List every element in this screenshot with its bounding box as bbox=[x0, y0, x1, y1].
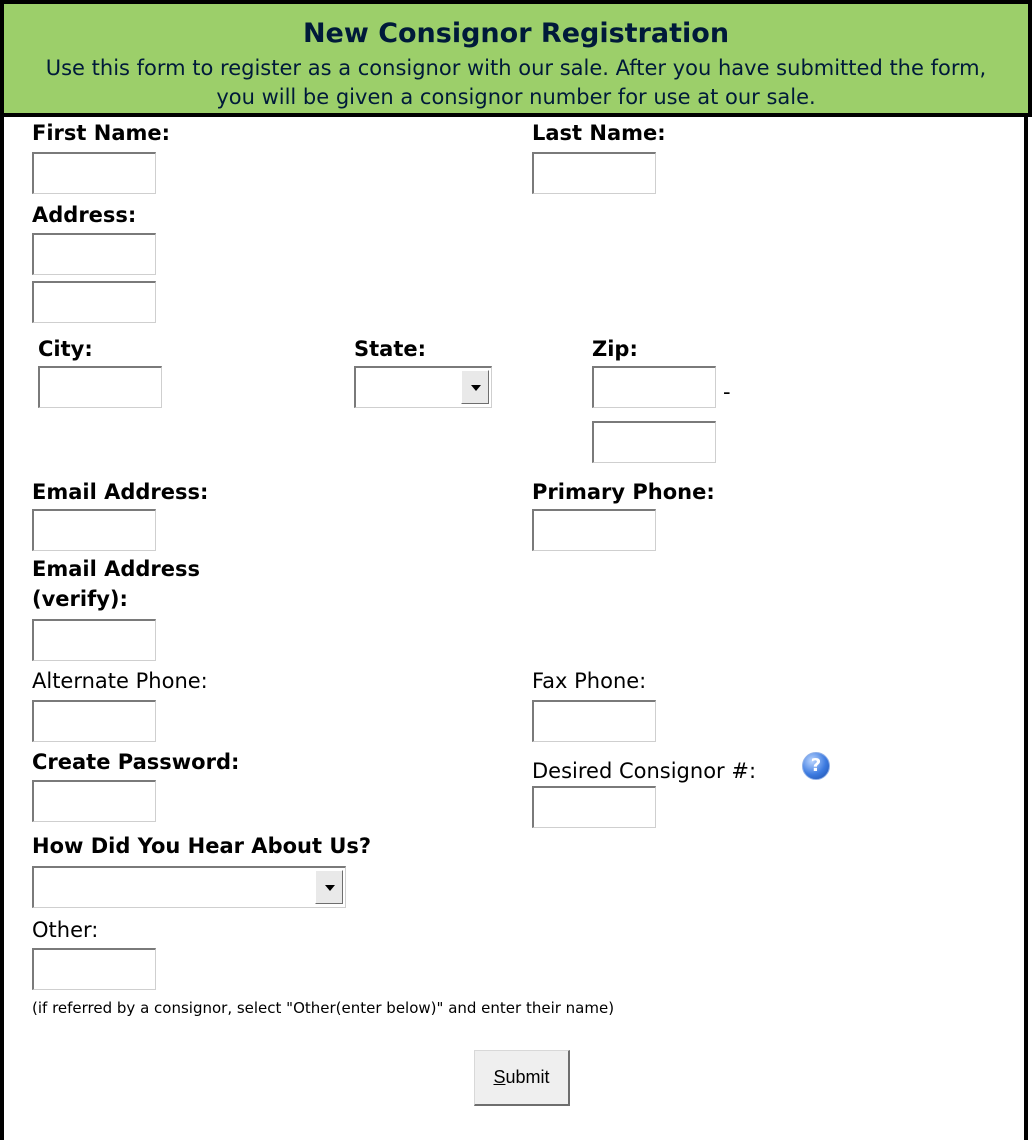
zip-label: Zip: bbox=[592, 337, 638, 361]
how-heard-label: How Did You Hear About Us? bbox=[32, 834, 372, 858]
primary-phone-label: Primary Phone: bbox=[532, 480, 715, 504]
fax-phone-label: Fax Phone: bbox=[532, 669, 647, 693]
desired-consignor-label: Desired Consignor #: bbox=[532, 759, 757, 783]
state-label: State: bbox=[354, 337, 427, 361]
zip-input[interactable] bbox=[592, 366, 716, 408]
first-name-label: First Name: bbox=[32, 121, 171, 145]
email-verify-input[interactable] bbox=[32, 619, 156, 661]
referral-note: (if referred by a consignor, select "Oth… bbox=[32, 999, 615, 1017]
primary-phone-input[interactable] bbox=[532, 509, 656, 551]
chevron-down-icon[interactable] bbox=[461, 370, 489, 404]
zip-ext-input[interactable] bbox=[592, 421, 716, 463]
city-label: City: bbox=[38, 337, 93, 361]
zip-separator: - bbox=[723, 380, 731, 404]
state-select[interactable] bbox=[354, 366, 492, 408]
form-description: Use this form to register as a consignor… bbox=[45, 56, 987, 109]
submit-label-rest: ubmit bbox=[505, 1067, 550, 1087]
last-name-label: Last Name: bbox=[532, 121, 666, 145]
email-input[interactable] bbox=[32, 509, 156, 551]
email-verify-label-line2: (verify): bbox=[32, 587, 128, 611]
question-help-icon[interactable]: ? bbox=[802, 752, 830, 780]
alternate-phone-input[interactable] bbox=[32, 700, 156, 742]
chevron-down-icon[interactable] bbox=[315, 870, 343, 904]
fax-phone-input[interactable] bbox=[532, 700, 656, 742]
last-name-input[interactable] bbox=[532, 152, 656, 194]
alternate-phone-label: Alternate Phone: bbox=[32, 669, 208, 693]
desired-consignor-input[interactable] bbox=[532, 786, 656, 828]
form-title: New Consignor Registration bbox=[302, 18, 730, 49]
address-label: Address: bbox=[32, 203, 137, 227]
how-heard-select[interactable] bbox=[32, 866, 346, 908]
submit-button[interactable]: Submit bbox=[474, 1050, 570, 1106]
address-line2-input[interactable] bbox=[32, 281, 156, 323]
submit-access-key: S bbox=[493, 1067, 506, 1087]
city-input[interactable] bbox=[38, 366, 162, 408]
other-input[interactable] bbox=[32, 948, 156, 990]
email-label: Email Address: bbox=[32, 480, 209, 504]
create-password-input[interactable] bbox=[32, 780, 156, 822]
first-name-input[interactable] bbox=[32, 152, 156, 194]
email-verify-label-line1: Email Address bbox=[32, 557, 201, 581]
other-label: Other: bbox=[32, 918, 99, 942]
address-line1-input[interactable] bbox=[32, 233, 156, 275]
create-password-label: Create Password: bbox=[32, 750, 240, 774]
form-header: New Consignor Registration Use this form… bbox=[0, 0, 1032, 117]
